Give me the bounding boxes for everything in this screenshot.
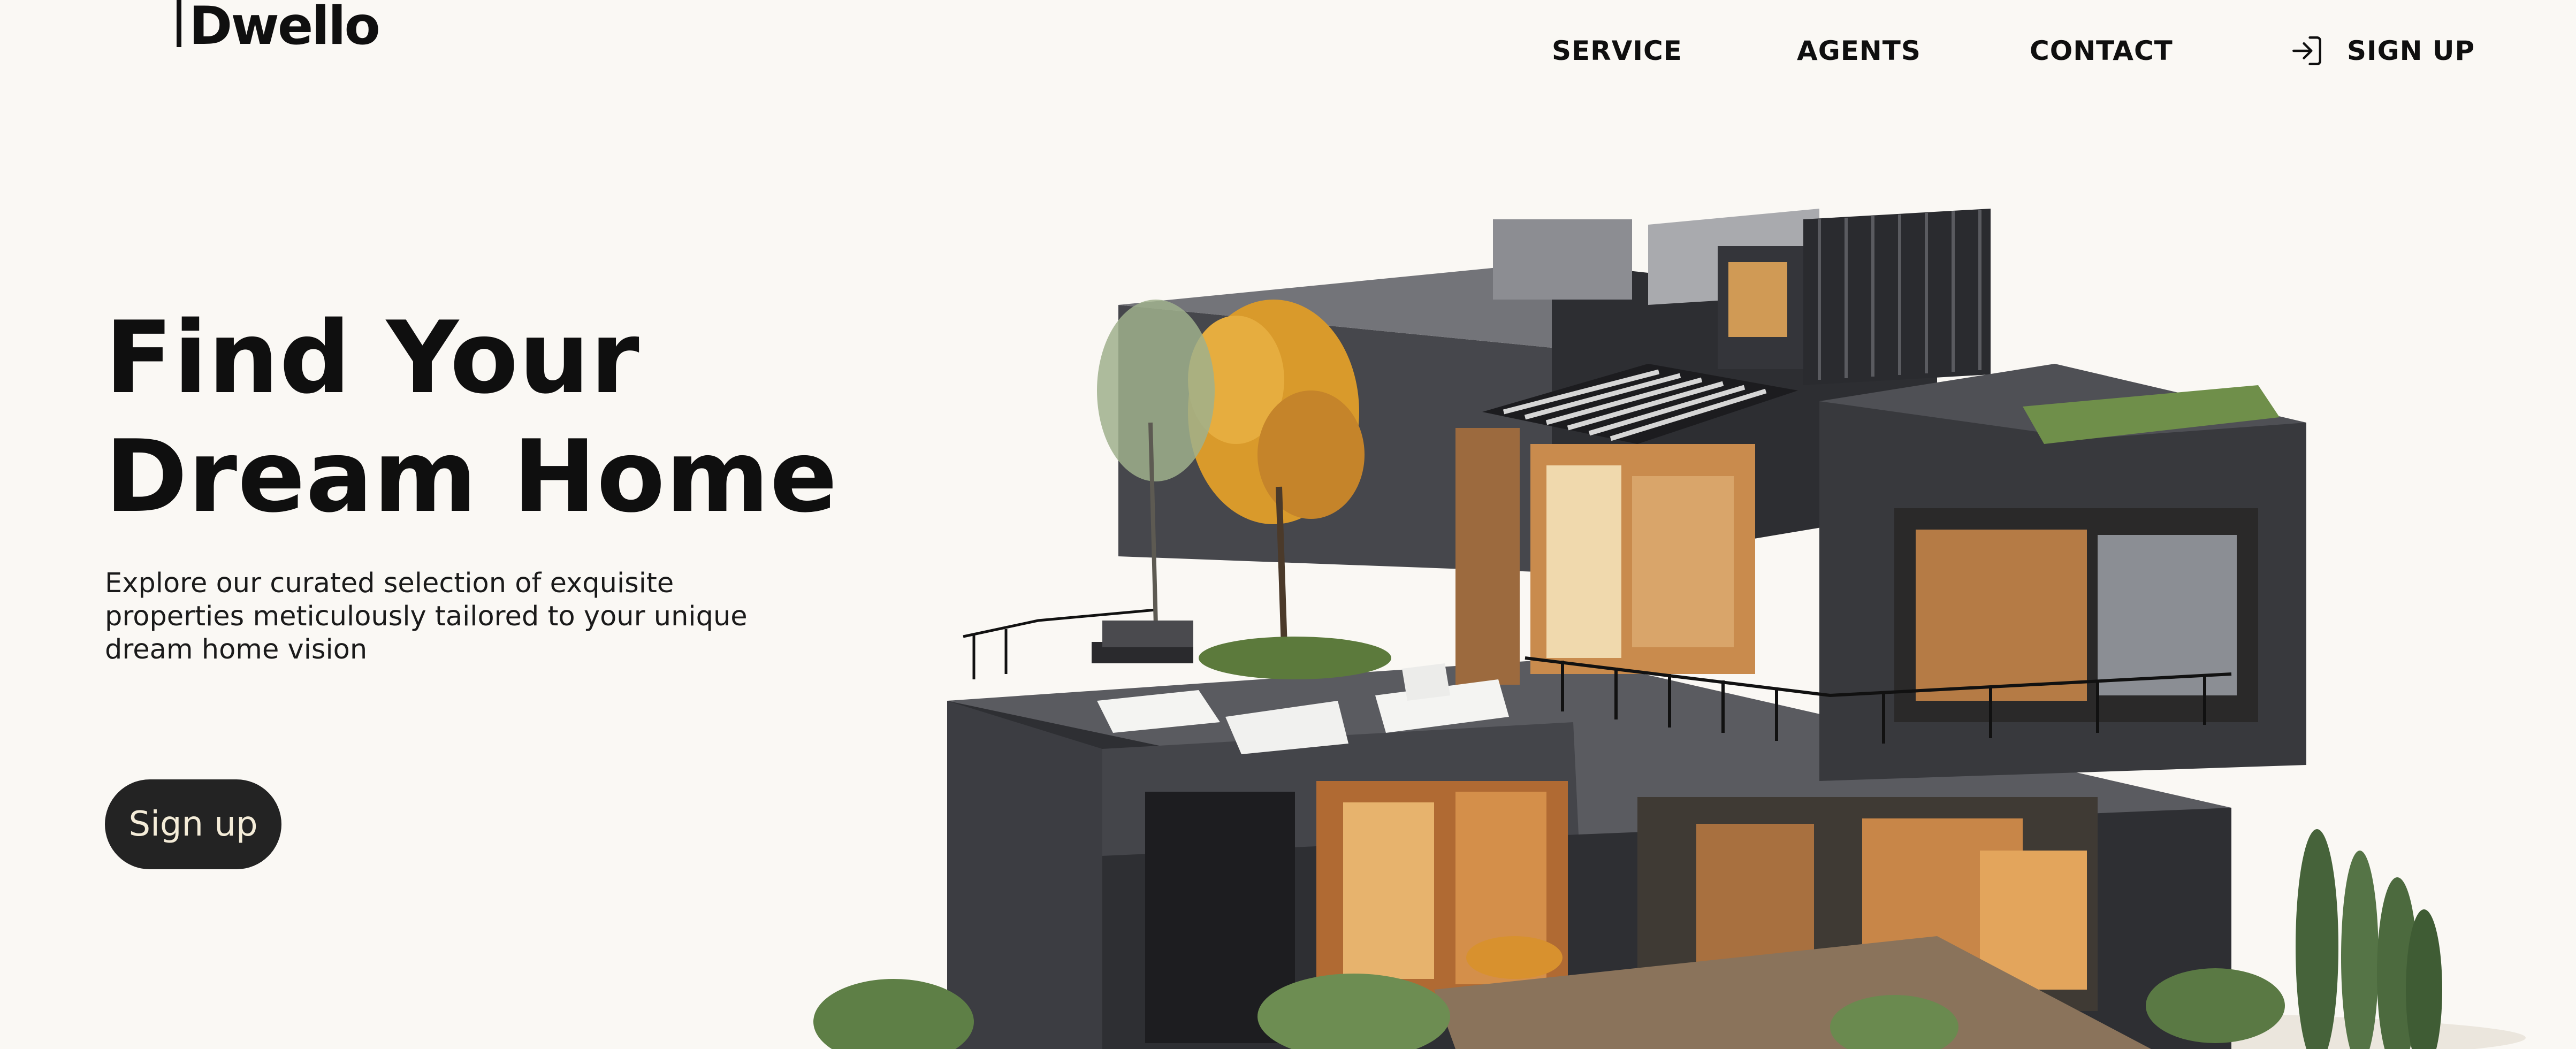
- hero-subtitle-line-1: Explore our curated selection of exquisi…: [105, 568, 674, 599]
- landing-page: Dwello SERVICE AGENTS CONTACT SIGN UP Fi…: [0, 0, 2576, 1049]
- hero-subtitle-line-2: properties meticulously tailored to your…: [105, 601, 748, 632]
- hero-title: Find Your Dream Home: [105, 298, 908, 536]
- nav-service-link[interactable]: SERVICE: [1552, 35, 1682, 66]
- sign-in-icon: [2292, 36, 2321, 65]
- nav-agents-link[interactable]: AGENTS: [1797, 35, 1921, 66]
- logo-bar: [177, 0, 181, 47]
- logo-text: Dwello: [189, 0, 380, 57]
- house-illustration: [813, 209, 2526, 1049]
- hero-title-line-1: Find Your: [105, 300, 640, 416]
- hero-subtitle: Explore our curated selection of exquisi…: [105, 567, 822, 667]
- hero-subtitle-line-3: dream home vision: [105, 634, 368, 665]
- hero-title-line-2: Dream Home: [105, 418, 838, 534]
- nav-contact-link[interactable]: CONTACT: [2030, 35, 2173, 66]
- nav-sign-up-button[interactable]: SIGN UP: [2289, 29, 2475, 72]
- nav-sign-up-label: SIGN UP: [2347, 35, 2475, 66]
- hero-sign-up-button[interactable]: Sign up: [105, 779, 281, 869]
